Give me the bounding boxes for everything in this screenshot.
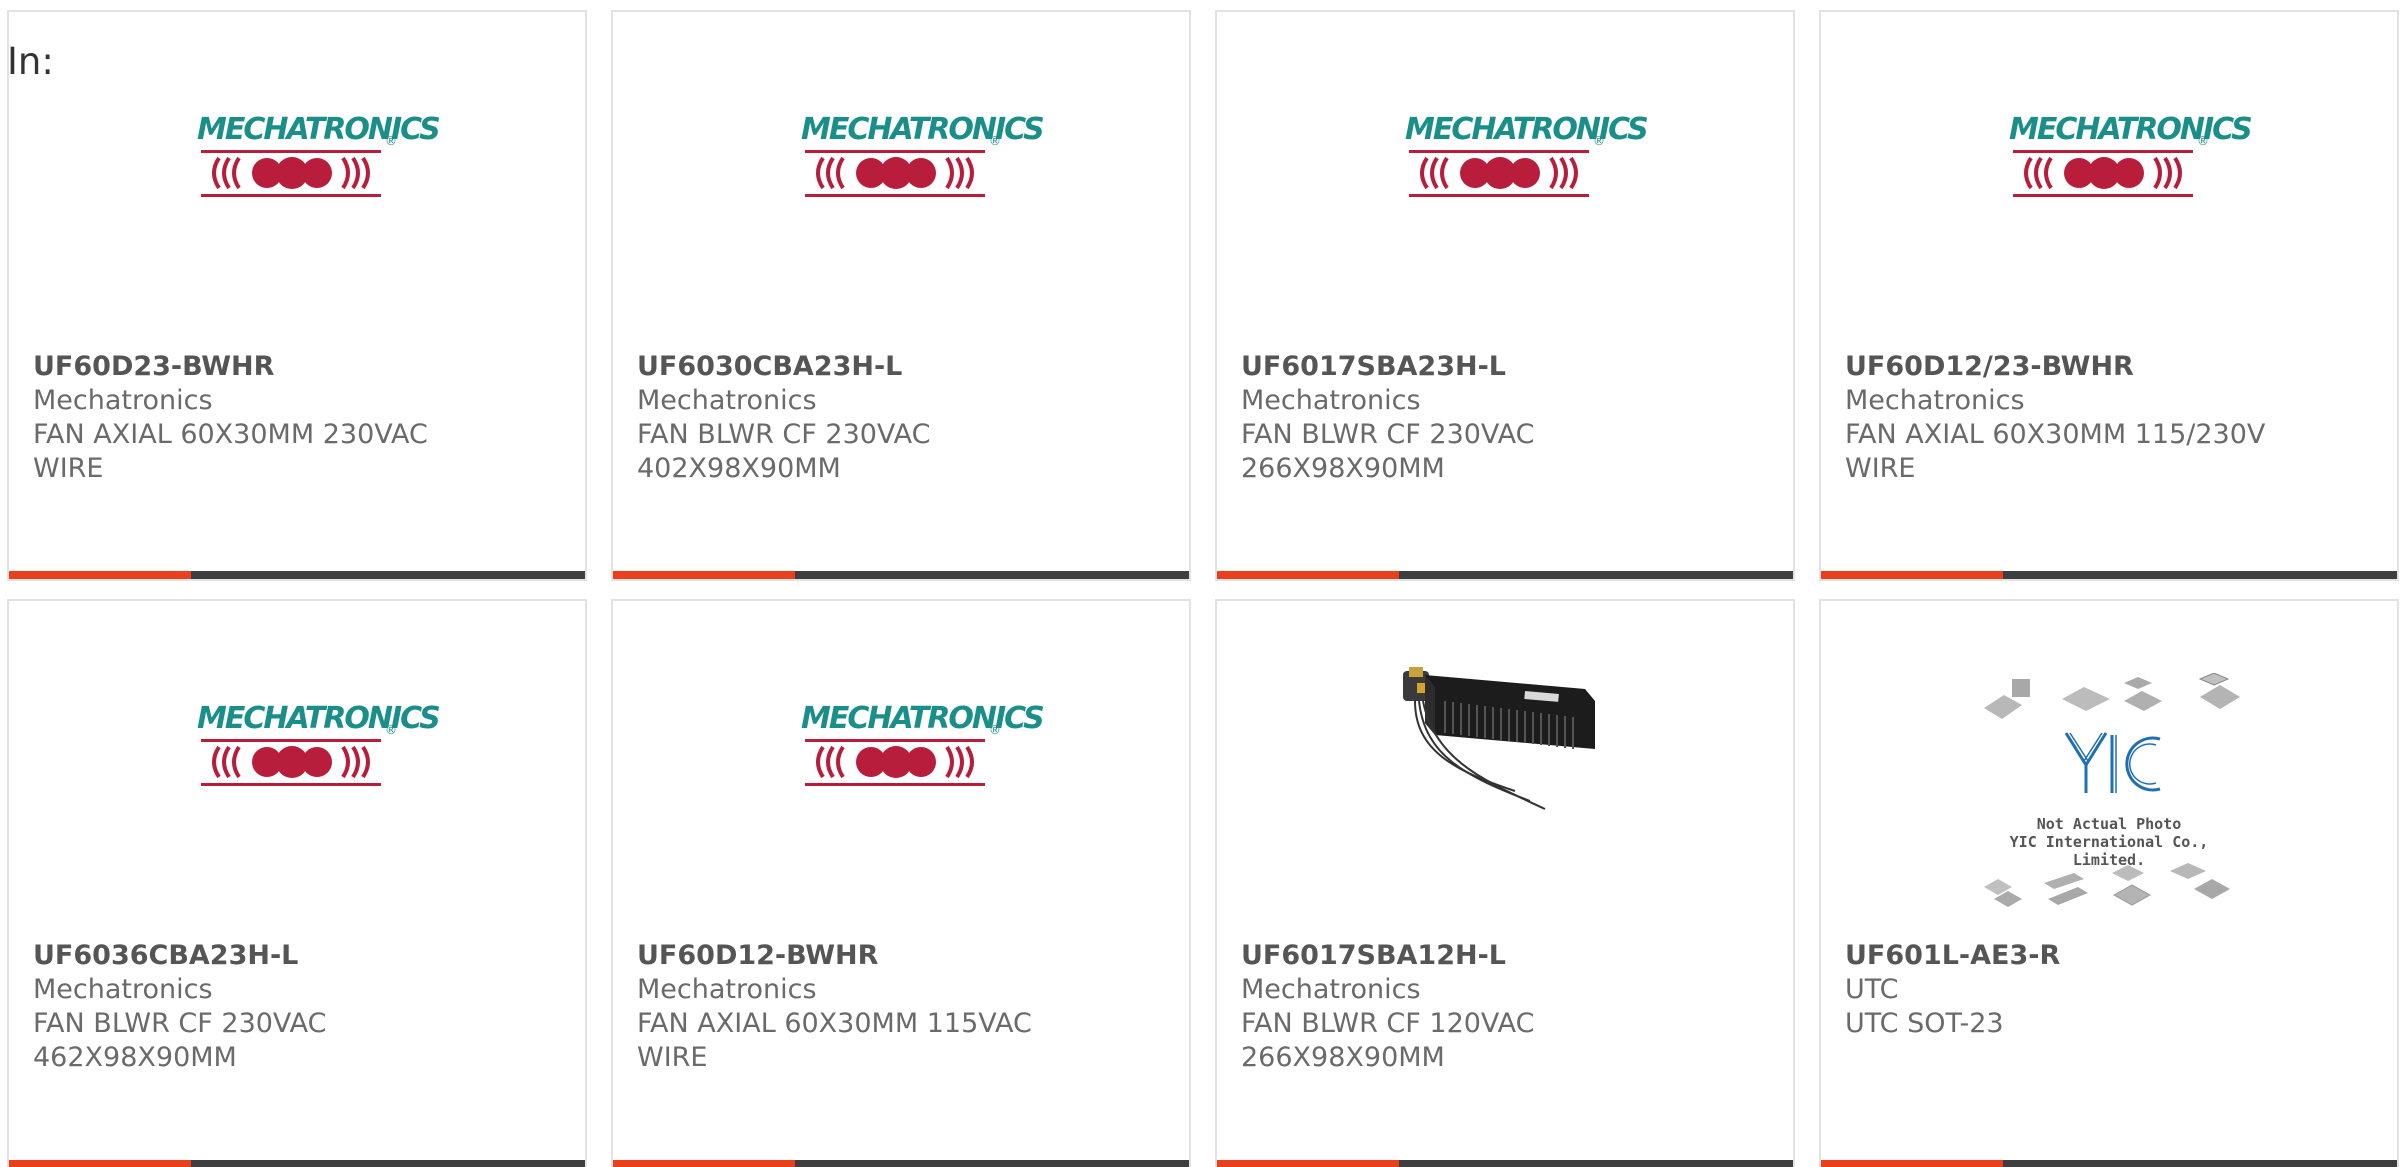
image-caption-line1: Not Actual Photo xyxy=(2036,815,2182,833)
part-number[interactable]: UF6030CBA23H-L xyxy=(637,350,1169,384)
product-card[interactable]: MECHATRONICS ® U xyxy=(611,599,1191,1167)
card-bottom-bar xyxy=(9,1160,585,1167)
mechatronics-logo: MECHATRONICS ® xyxy=(197,112,441,212)
logo-circles-icon xyxy=(1409,150,1589,197)
part-number[interactable]: UF6036CBA23H-L xyxy=(33,939,565,973)
logo-circles-icon xyxy=(201,739,381,786)
card-accent xyxy=(9,1160,191,1167)
description: FAN BLWR CF 120VAC 266X98X90MM xyxy=(1241,1008,1535,1073)
product-info: UF6017SBA12H-L Mechatronics FAN BLWR CF … xyxy=(1241,939,1773,1075)
card-bottom-bar xyxy=(1217,571,1793,579)
mechatronics-logo: MECHATRONICS ® xyxy=(2009,112,2253,212)
description: FAN AXIAL 60X30MM 115/230V WIRE xyxy=(1845,419,2266,484)
product-info: UF601L-AE3-R UTC UTC SOT-23 xyxy=(1845,939,2377,1041)
mechatronics-logo: MECHATRONICS ® xyxy=(801,112,1045,212)
part-number[interactable]: UF60D12-BWHR xyxy=(637,939,1169,973)
product-image[interactable]: MECHATRONICS ® xyxy=(1217,92,1793,282)
description: UTC SOT-23 xyxy=(1845,1008,2004,1039)
part-number[interactable]: UF601L-AE3-R xyxy=(1845,939,2377,973)
card-accent xyxy=(613,1160,795,1167)
manufacturer: UTC xyxy=(1845,974,1899,1005)
logo-circles-icon xyxy=(201,150,381,197)
card-accent xyxy=(1217,571,1399,579)
in-label: In: xyxy=(7,40,54,83)
part-number[interactable]: UF6017SBA23H-L xyxy=(1241,350,1773,384)
description: FAN BLWR CF 230VAC 266X98X90MM xyxy=(1241,419,1535,484)
product-card[interactable]: Not Actual Photo YIC International Co., … xyxy=(1819,599,2399,1167)
card-bottom-bar xyxy=(1217,1160,1793,1167)
logo-circles-icon xyxy=(2013,150,2193,197)
product-image[interactable]: MECHATRONICS ® xyxy=(613,92,1189,282)
card-accent xyxy=(1217,1160,1399,1167)
product-image[interactable]: MECHATRONICS ® xyxy=(613,681,1189,871)
mechatronics-logo: MECHATRONICS ® xyxy=(801,701,1045,801)
manufacturer: Mechatronics xyxy=(33,385,213,416)
product-info: UF6036CBA23H-L Mechatronics FAN BLWR CF … xyxy=(33,939,565,1075)
manufacturer: Mechatronics xyxy=(1241,974,1421,1005)
card-bottom-bar xyxy=(1821,571,2397,579)
product-image[interactable] xyxy=(1217,667,1793,871)
product-card[interactable]: MECHATRONICS ® U xyxy=(611,10,1191,581)
card-bottom-bar xyxy=(9,571,585,579)
card-bottom-bar xyxy=(613,571,1189,579)
product-image[interactable]: MECHATRONICS ® xyxy=(9,681,585,871)
product-card[interactable]: MECHATRONICS ® U xyxy=(7,10,587,581)
card-bottom-bar xyxy=(613,1160,1189,1167)
manufacturer: Mechatronics xyxy=(637,385,817,416)
card-accent xyxy=(9,571,191,579)
product-info: UF60D12/23-BWHR Mechatronics FAN AXIAL 6… xyxy=(1845,350,2377,486)
manufacturer: Mechatronics xyxy=(33,974,213,1005)
card-accent xyxy=(1821,1160,2003,1167)
product-info: UF6030CBA23H-L Mechatronics FAN BLWR CF … xyxy=(637,350,1169,486)
product-card[interactable]: MECHATRONICS ® U xyxy=(7,599,587,1167)
part-number[interactable]: UF60D23-BWHR xyxy=(33,350,565,384)
description: FAN BLWR CF 230VAC 402X98X90MM xyxy=(637,419,931,484)
product-card[interactable]: MECHATRONICS ® U xyxy=(1819,10,2399,581)
logo-circles-icon xyxy=(805,739,985,786)
product-results-page: In: MECHATRONICS ® UF60D23-BWHR Mechatro… xyxy=(0,0,2400,1167)
description: FAN BLWR CF 230VAC 462X98X90MM xyxy=(33,1008,327,1073)
mechatronics-logo: MECHATRONICS ® xyxy=(197,701,441,801)
manufacturer: Mechatronics xyxy=(1845,385,2025,416)
blower-photo-icon xyxy=(1403,667,1595,810)
product-image[interactable]: MECHATRONICS ® xyxy=(9,92,585,282)
product-info: UF60D23-BWHR Mechatronics FAN AXIAL 60X3… xyxy=(33,350,565,486)
product-info: UF60D12-BWHR Mechatronics FAN AXIAL 60X3… xyxy=(637,939,1169,1075)
card-bottom-bar xyxy=(1821,1160,2397,1167)
manufacturer: Mechatronics xyxy=(1241,385,1421,416)
mechatronics-logo: MECHATRONICS ® xyxy=(1405,112,1649,212)
product-card[interactable]: MECHATRONICS ® U xyxy=(1215,10,1795,581)
product-image[interactable]: MECHATRONICS ® xyxy=(1821,92,2397,282)
yic-placeholder-image: Not Actual Photo YIC International Co., … xyxy=(1974,673,2244,913)
product-info: UF6017SBA23H-L Mechatronics FAN BLWR CF … xyxy=(1241,350,1773,486)
part-number[interactable]: UF60D12/23-BWHR xyxy=(1845,350,2377,384)
product-image[interactable]: Not Actual Photo YIC International Co., … xyxy=(1821,673,2397,907)
logo-circles-icon xyxy=(805,150,985,197)
image-caption-line2: YIC International Co., Limited. xyxy=(2009,833,2209,869)
description: FAN AXIAL 60X30MM 115VAC WIRE xyxy=(637,1008,1032,1073)
card-accent xyxy=(1821,571,2003,579)
card-accent xyxy=(613,571,795,579)
chip-packages-icon xyxy=(1984,673,2240,907)
description: FAN AXIAL 60X30MM 230VAC WIRE xyxy=(33,419,428,484)
product-card[interactable]: UF6017SBA12H-L Mechatronics FAN BLWR CF … xyxy=(1215,599,1795,1167)
manufacturer: Mechatronics xyxy=(637,974,817,1005)
part-number[interactable]: UF6017SBA12H-L xyxy=(1241,939,1773,973)
product-grid: MECHATRONICS ® UF60D23-BWHR Mechatronics… xyxy=(7,10,2399,1167)
